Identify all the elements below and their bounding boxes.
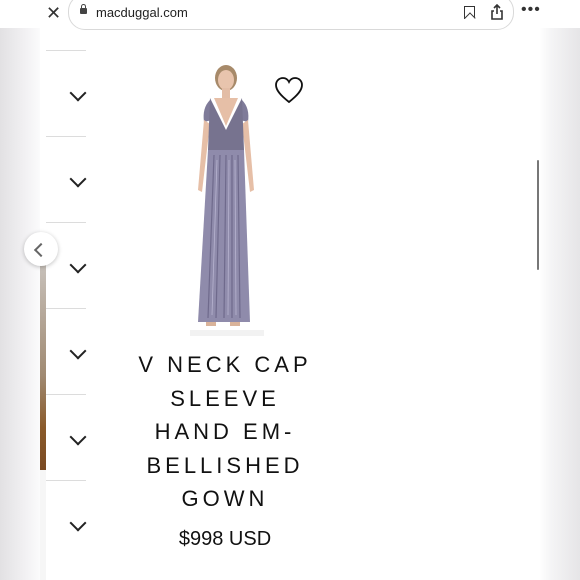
share-icon[interactable] bbox=[491, 4, 503, 20]
title-line: SLEEVE bbox=[170, 385, 280, 411]
filter-accordion bbox=[46, 50, 87, 566]
accordion-row[interactable] bbox=[46, 308, 87, 394]
background-left bbox=[0, 0, 40, 580]
more-icon[interactable]: ••• bbox=[521, 1, 541, 19]
title-line: GOWN bbox=[181, 486, 269, 511]
title-line: HAND EM- bbox=[154, 419, 296, 444]
chevron-down-icon[interactable] bbox=[69, 514, 87, 532]
chevron-down-icon[interactable] bbox=[69, 170, 87, 188]
accordion-row[interactable] bbox=[46, 394, 87, 480]
background-right bbox=[540, 0, 580, 580]
heart-icon[interactable] bbox=[274, 76, 304, 104]
accordion-row[interactable] bbox=[46, 136, 87, 222]
browser-toolbar: ✕ macduggal.com ••• bbox=[0, 0, 580, 30]
title-line: BELLISHED bbox=[146, 452, 304, 478]
title-line: V NECK CAP bbox=[138, 352, 312, 377]
chevron-down-icon[interactable] bbox=[69, 428, 87, 446]
carousel-prev-button[interactable] bbox=[24, 232, 58, 266]
product-title: V NECK CAP SLEEVE HAND EM- BELLISHED GOW… bbox=[120, 348, 330, 516]
chevron-down-icon[interactable] bbox=[69, 84, 87, 102]
product-image[interactable] bbox=[180, 60, 270, 340]
chevron-down-icon[interactable] bbox=[69, 256, 87, 274]
chevron-down-icon[interactable] bbox=[69, 342, 87, 360]
bookmark-icon[interactable] bbox=[464, 6, 475, 19]
product-price: $998 USD bbox=[178, 528, 272, 550]
close-icon[interactable]: ✕ bbox=[46, 3, 61, 24]
chevron-left-icon bbox=[33, 242, 49, 258]
accordion-row[interactable] bbox=[46, 480, 87, 566]
accordion-row[interactable] bbox=[46, 50, 87, 136]
lock-icon bbox=[80, 4, 87, 14]
scrollbar[interactable] bbox=[537, 160, 539, 270]
url-text[interactable]: macduggal.com bbox=[96, 5, 188, 20]
accordion-row[interactable] bbox=[46, 222, 87, 308]
